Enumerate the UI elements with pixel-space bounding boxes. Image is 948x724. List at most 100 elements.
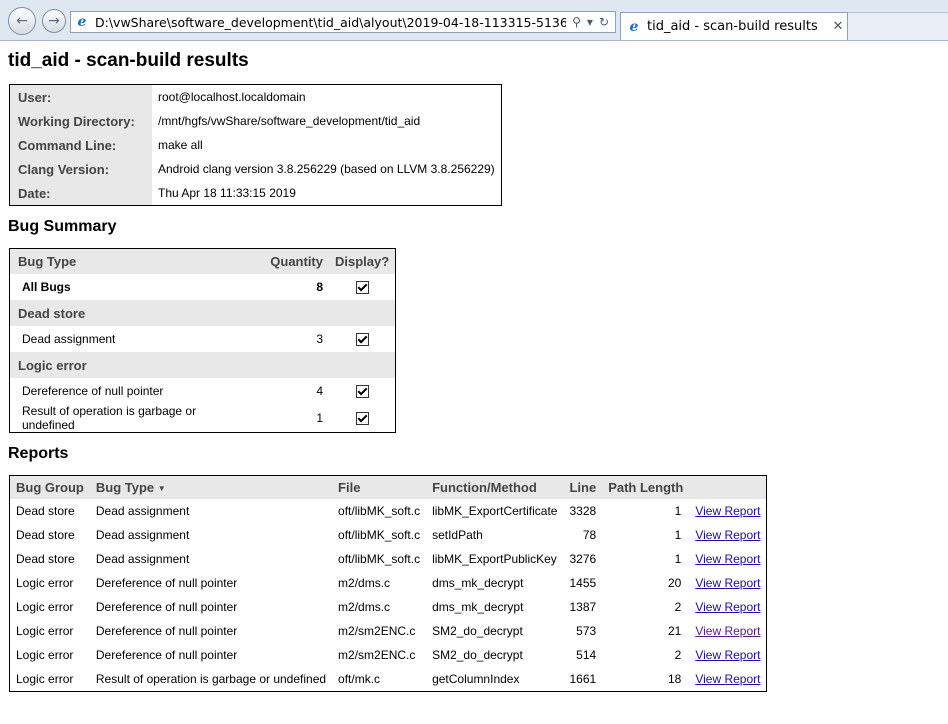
report-cell-group: Dead store bbox=[16, 528, 75, 542]
report-cell-group: Logic error bbox=[16, 576, 74, 590]
forward-button[interactable]: → bbox=[42, 9, 66, 33]
report-cell-type: Result of operation is garbage or undefi… bbox=[95, 672, 327, 686]
report-cell-link: View Report bbox=[689, 499, 767, 523]
report-cell-group: Logic error bbox=[16, 624, 74, 638]
report-cell-file: oft/libMK_soft.c bbox=[338, 504, 421, 518]
report-row: Dead store Dead assignment oft/libMK_soft.… bbox=[10, 547, 767, 571]
report-cell-group: Logic error bbox=[16, 648, 74, 662]
info-label: User: bbox=[9, 84, 152, 109]
view-report-link[interactable]: View Report bbox=[695, 576, 760, 590]
summary-row-all-bugs: All Bugs 8 bbox=[10, 274, 396, 300]
address-text[interactable]: D:\vwShare\software_development\tid_aid\… bbox=[95, 15, 566, 30]
report-row: Dead store Dead assignment oft/libMK_soft.… bbox=[10, 523, 767, 547]
view-report-link[interactable]: View Report bbox=[695, 552, 760, 566]
info-value: make all bbox=[158, 138, 203, 152]
dropdown-icon[interactable]: ▾ bbox=[587, 15, 593, 29]
address-bar[interactable]: e D:\vwShare\software_development\tid_ai… bbox=[70, 11, 616, 33]
header-quantity: Quantity bbox=[257, 248, 329, 274]
report-row: Logic error Dereference of null pointer m2… bbox=[10, 571, 767, 595]
report-cell-function: getColumnIndex bbox=[432, 672, 520, 686]
report-cell-group: Logic error bbox=[16, 600, 74, 614]
view-report-link[interactable]: View Report bbox=[695, 672, 760, 686]
report-cell-line: 1387 bbox=[569, 600, 597, 614]
tab-title: tid_aid - scan-build results bbox=[647, 19, 818, 34]
close-icon[interactable]: ✕ bbox=[829, 19, 847, 34]
report-cell-link: View Report bbox=[689, 643, 767, 667]
report-cell-file: m2/dms.c bbox=[338, 576, 391, 590]
report-cell-link: View Report bbox=[689, 523, 767, 547]
report-cell-link: View Report bbox=[689, 667, 767, 692]
report-cell-type: Dereference of null pointer bbox=[95, 576, 238, 590]
report-cell-file: m2/sm2ENC.c bbox=[338, 648, 416, 662]
header-bug-type-sortable[interactable]: Bug Type ▼ bbox=[89, 475, 333, 499]
info-row: Command Line: make all bbox=[9, 133, 502, 157]
summary-item-quantity: 1 bbox=[316, 411, 323, 425]
view-report-link[interactable]: View Report bbox=[695, 624, 760, 638]
reports-heading: Reports bbox=[8, 445, 69, 462]
summary-item-toggle[interactable] bbox=[329, 326, 396, 352]
view-report-link[interactable]: View Report bbox=[695, 648, 760, 662]
browser-tab[interactable]: e tid_aid - scan-build results ✕ bbox=[620, 12, 848, 40]
report-cell-type: Dereference of null pointer bbox=[95, 624, 238, 638]
info-row: Clang Version: Android clang version 3.8.… bbox=[9, 157, 502, 181]
report-cell-file: oft/libMK_soft.c bbox=[338, 528, 421, 542]
info-label: Clang Version: bbox=[9, 157, 152, 181]
checkbox-checked[interactable] bbox=[355, 281, 369, 295]
summary-item-row: Dead assignment 3 bbox=[10, 326, 396, 352]
summary-item-label: Result of operation is garbage or undefi… bbox=[22, 404, 197, 432]
summary-group-row: Logic error bbox=[9, 352, 396, 378]
checkbox-checked[interactable] bbox=[355, 333, 369, 347]
header-file[interactable]: File bbox=[332, 475, 427, 499]
report-cell-path: 2 bbox=[674, 648, 682, 662]
summary-item-label: Dead assignment bbox=[22, 332, 116, 346]
checkbox-checked[interactable] bbox=[355, 412, 369, 426]
all-bugs-label: All Bugs bbox=[22, 280, 71, 294]
browser-chrome: ← → e D:\vwShare\software_development\ti… bbox=[0, 0, 948, 41]
ie-tab-icon: e bbox=[629, 18, 639, 35]
all-bugs-toggle[interactable] bbox=[329, 274, 396, 300]
report-row: Dead store Dead assignment oft/libMK_soft.… bbox=[10, 499, 767, 523]
report-cell-type: Dead assignment bbox=[95, 504, 190, 518]
report-row: Logic error Dereference of null pointer m2… bbox=[10, 643, 767, 667]
page-content: tid_aid - scan-build results User: root@l… bbox=[0, 50, 948, 692]
header-bug-type-label[interactable]: Bug Type bbox=[96, 480, 154, 495]
summary-item-quantity: 3 bbox=[316, 332, 323, 346]
report-cell-line: 78 bbox=[582, 528, 597, 542]
summary-item-row: Result of operation is garbage or undefi… bbox=[10, 404, 396, 433]
report-cell-link: View Report bbox=[689, 595, 767, 619]
header-bug-type: Bug Type bbox=[9, 248, 257, 274]
report-cell-function: dms_mk_decrypt bbox=[432, 576, 524, 590]
new-tab-area[interactable] bbox=[848, 12, 948, 40]
report-cell-file: oft/mk.c bbox=[338, 672, 381, 686]
header-path-length[interactable]: Path Length bbox=[602, 475, 690, 499]
arrow-right-icon: → bbox=[48, 13, 60, 29]
header-function[interactable]: Function/Method bbox=[426, 475, 564, 499]
report-cell-path: 1 bbox=[674, 552, 682, 566]
report-cell-function: SM2_do_decrypt bbox=[432, 624, 523, 638]
report-cell-type: Dereference of null pointer bbox=[95, 648, 238, 662]
back-button[interactable]: ← bbox=[8, 7, 36, 35]
summary-item-toggle[interactable] bbox=[329, 378, 396, 404]
refresh-icon[interactable]: ↻ bbox=[599, 15, 609, 29]
reports-header-row: Bug Group Bug Type ▼ File Function/Metho… bbox=[9, 475, 767, 499]
report-cell-line: 1455 bbox=[569, 576, 597, 590]
report-cell-path: 21 bbox=[667, 624, 682, 638]
view-report-link[interactable]: View Report bbox=[695, 528, 760, 542]
bug-summary-heading: Bug Summary bbox=[8, 218, 117, 235]
summary-item-toggle[interactable] bbox=[329, 404, 396, 433]
info-label: Date: bbox=[9, 181, 152, 206]
report-cell-path: 1 bbox=[674, 504, 682, 518]
report-cell-path: 20 bbox=[667, 576, 682, 590]
checkbox-checked[interactable] bbox=[355, 385, 369, 399]
info-row: Date: Thu Apr 18 11:33:15 2019 bbox=[9, 181, 502, 206]
report-cell-file: m2/sm2ENC.c bbox=[338, 624, 416, 638]
search-icon[interactable]: ⚲ bbox=[572, 15, 581, 29]
report-row: Logic error Dereference of null pointer m2… bbox=[10, 595, 767, 619]
bug-summary-table: Bug Type Quantity Display? All Bugs 8 De… bbox=[9, 248, 397, 433]
report-cell-function: libMK_ExportCertificate bbox=[432, 504, 558, 518]
view-report-link[interactable]: View Report bbox=[695, 504, 760, 518]
header-bug-group[interactable]: Bug Group bbox=[9, 475, 90, 499]
report-cell-path: 2 bbox=[674, 600, 682, 614]
header-line[interactable]: Line bbox=[563, 475, 603, 499]
view-report-link[interactable]: View Report bbox=[695, 600, 760, 614]
